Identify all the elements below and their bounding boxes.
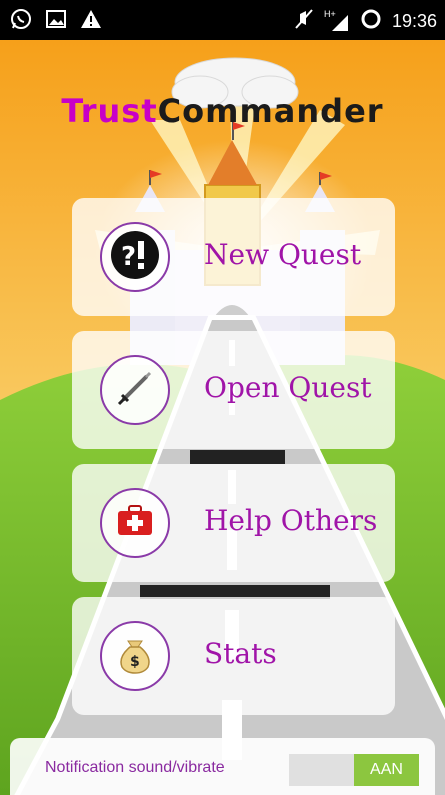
app-title-part2: Commander xyxy=(157,92,384,130)
mute-icon xyxy=(294,8,314,35)
stats-badge: $ xyxy=(100,621,170,691)
question-exclamation-icon: ? xyxy=(107,227,163,288)
image-icon xyxy=(46,10,66,33)
help-others-button[interactable]: Help Others xyxy=(72,464,395,582)
new-quest-label: New Quest xyxy=(204,238,362,271)
stats-button[interactable]: $ Stats xyxy=(72,597,395,715)
open-quest-button[interactable]: Open Quest xyxy=(72,331,395,449)
sync-icon xyxy=(360,8,382,35)
first-aid-kit-icon xyxy=(110,496,160,551)
signal-hplus-icon: H+ xyxy=(324,9,350,33)
stats-label: Stats xyxy=(204,637,277,670)
open-quest-badge xyxy=(100,355,170,425)
notification-toggle[interactable]: AAN xyxy=(289,754,419,786)
open-quest-label: Open Quest xyxy=(204,371,372,404)
status-time: 19:36 xyxy=(391,11,437,31)
notification-toggle-on: AAN xyxy=(354,754,419,786)
app-title: TrustCommander xyxy=(0,92,445,130)
app-screen: H+ 19:36 TrustCommander ? New Quest Open… xyxy=(0,0,445,795)
svg-text:$: $ xyxy=(130,654,140,670)
svg-text:?: ? xyxy=(121,242,136,272)
warning-icon xyxy=(80,9,102,34)
sword-icon xyxy=(110,363,160,418)
new-quest-badge: ? xyxy=(100,222,170,292)
help-others-badge xyxy=(100,488,170,558)
app-title-part1: Trust xyxy=(61,92,158,130)
help-others-label: Help Others xyxy=(204,504,378,537)
status-bar: H+ 19:36 xyxy=(0,0,445,40)
whatsapp-icon xyxy=(10,8,32,35)
notification-label: Notification sound/vibrate xyxy=(45,759,225,776)
notification-settings-bar: Notification sound/vibrate AAN xyxy=(10,738,435,795)
money-bag-icon: $ xyxy=(110,629,160,684)
new-quest-button[interactable]: ? New Quest xyxy=(72,198,395,316)
